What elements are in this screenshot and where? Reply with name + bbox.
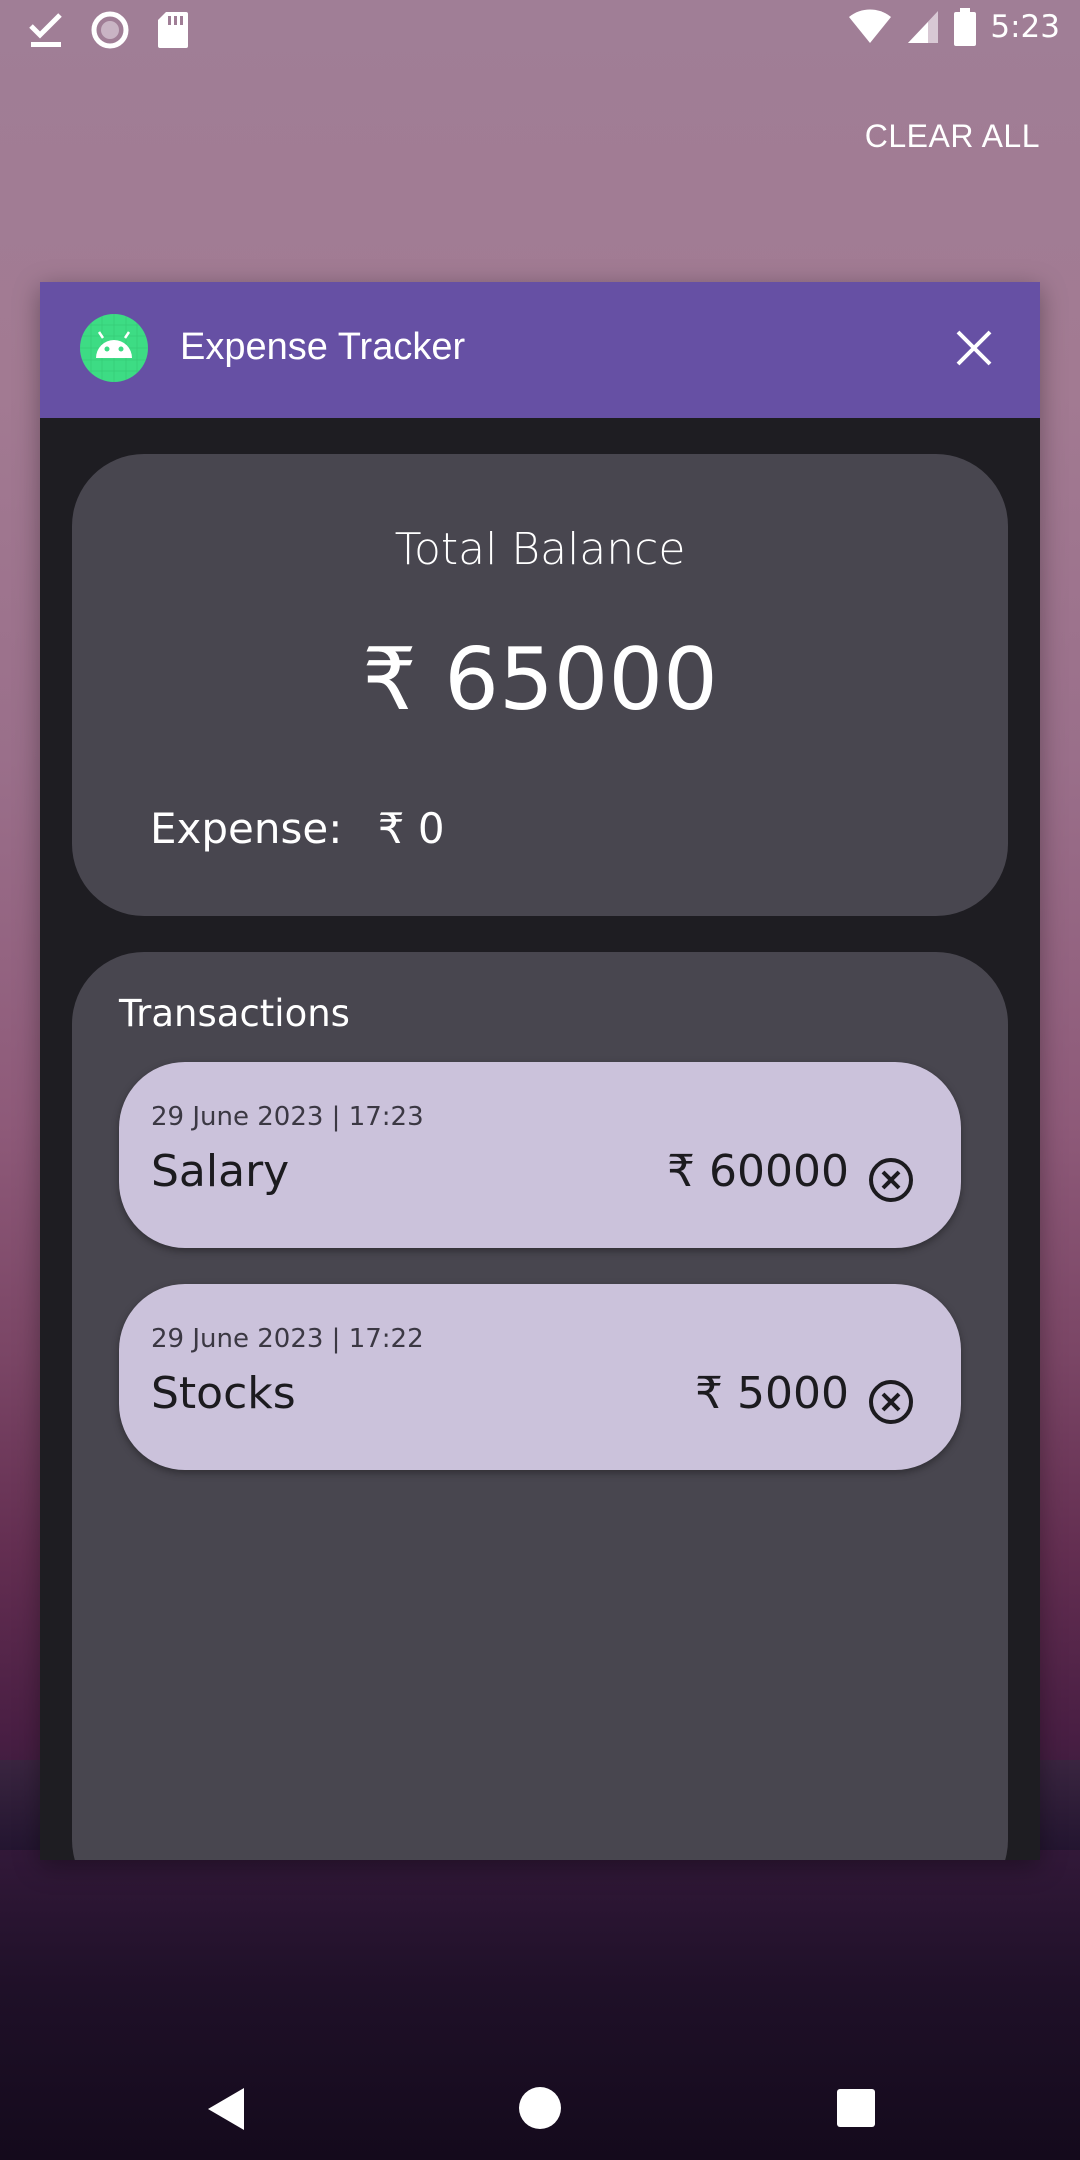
battery-icon (954, 8, 977, 46)
transaction-name: Stocks (151, 1368, 296, 1419)
total-balance-label: Total Balance (394, 524, 686, 575)
transactions-title: Transactions (119, 992, 350, 1035)
app-title: Expense Tracker (180, 326, 466, 368)
record-icon (90, 10, 130, 50)
clock: 5:23 (990, 9, 1060, 45)
transaction-item[interactable]: 29 June 2023 | 17:23 Salary ₹ 60000 (119, 1062, 961, 1248)
clear-all-button[interactable]: CLEAR ALL (865, 118, 1040, 155)
transaction-amount: ₹ 5000 (695, 1368, 849, 1419)
android-icon[interactable] (80, 314, 148, 382)
transaction-amount: ₹ 60000 (667, 1146, 849, 1197)
navigation-bar (0, 2060, 1080, 2160)
cell-signal-icon (906, 9, 940, 45)
close-icon[interactable] (954, 328, 994, 368)
delete-transaction-icon[interactable] (867, 1156, 915, 1204)
transaction-date: 29 June 2023 | 17:23 (151, 1102, 424, 1132)
app-card-expense-tracker[interactable]: Expense Tracker Total Balance ₹ 65000 Ex… (40, 282, 1040, 1860)
transaction-date: 29 June 2023 | 17:22 (151, 1324, 424, 1354)
wifi-icon (848, 9, 892, 45)
download-done-icon (28, 10, 64, 50)
recents-icon[interactable] (836, 2088, 876, 2132)
home-icon[interactable] (518, 2086, 562, 2134)
back-icon[interactable] (206, 2086, 246, 2136)
transaction-item[interactable]: 29 June 2023 | 17:22 Stocks ₹ 5000 (119, 1284, 961, 1470)
app-card-header: Expense Tracker (40, 282, 1040, 418)
total-balance-amount: ₹ 65000 (362, 630, 718, 730)
expense-value: ₹ 0 (377, 804, 445, 853)
balance-card: Total Balance ₹ 65000 Expense: ₹ 0 (72, 454, 1008, 916)
expense-summary: Expense: ₹ 0 (150, 804, 445, 853)
sd-card-icon (156, 10, 190, 50)
transaction-name: Salary (151, 1146, 290, 1197)
status-bar: 5:23 (0, 0, 1080, 60)
transactions-card: Transactions 29 June 2023 | 17:23 Salary… (72, 952, 1008, 1860)
expense-label: Expense: (150, 804, 343, 853)
delete-transaction-icon[interactable] (867, 1378, 915, 1426)
